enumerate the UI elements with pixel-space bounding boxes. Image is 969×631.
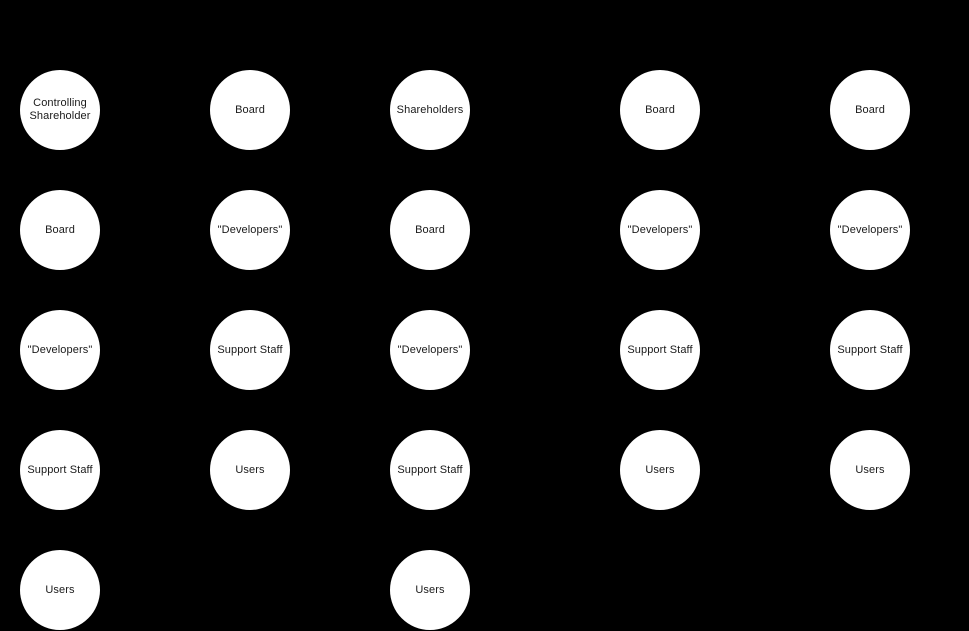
node-label: Users: [45, 583, 75, 596]
node-circle[interactable]: Board: [20, 190, 100, 270]
node-circle[interactable]: "Developers": [830, 190, 910, 270]
node-circle[interactable]: "Developers": [20, 310, 100, 390]
node-circle[interactable]: "Developers": [210, 190, 290, 270]
node-circle[interactable]: Support Staff: [830, 310, 910, 390]
node-circle[interactable]: Users: [620, 430, 700, 510]
node-label: Board: [855, 103, 885, 116]
node-circle[interactable]: "Developers": [620, 190, 700, 270]
node-circle[interactable]: Users: [390, 550, 470, 630]
node-circle[interactable]: Support Staff: [20, 430, 100, 510]
node-label: "Developers": [217, 223, 283, 236]
node-circle[interactable]: Users: [210, 430, 290, 510]
diagram-canvas: Controlling Shareholder Board "Developers"…: [0, 0, 969, 631]
node-circle[interactable]: Users: [830, 430, 910, 510]
node-label: Support Staff: [627, 343, 693, 356]
node-label: Support Staff: [397, 463, 463, 476]
node-circle[interactable]: Board: [390, 190, 470, 270]
node-label: Board: [235, 103, 265, 116]
node-circle[interactable]: Board: [210, 70, 290, 150]
node-label: Board: [415, 223, 445, 236]
node-label: "Developers": [837, 223, 903, 236]
node-circle[interactable]: Support Staff: [210, 310, 290, 390]
node-circle[interactable]: Controlling Shareholder: [20, 70, 100, 150]
node-label: "Developers": [627, 223, 693, 236]
node-circle[interactable]: Users: [20, 550, 100, 630]
node-label: "Developers": [27, 343, 93, 356]
node-circle[interactable]: "Developers": [390, 310, 470, 390]
node-label: Users: [645, 463, 675, 476]
node-circle[interactable]: Board: [620, 70, 700, 150]
node-circle[interactable]: Support Staff: [390, 430, 470, 510]
node-label: Support Staff: [837, 343, 903, 356]
node-label: Board: [45, 223, 75, 236]
node-label: Support Staff: [217, 343, 283, 356]
node-label: Users: [855, 463, 885, 476]
node-label: Support Staff: [27, 463, 93, 476]
node-circle[interactable]: Shareholders: [390, 70, 470, 150]
node-circle[interactable]: Support Staff: [620, 310, 700, 390]
node-label: "Developers": [397, 343, 463, 356]
node-label: Shareholders: [396, 103, 464, 116]
node-label: Controlling Shareholder: [29, 97, 91, 122]
node-label: Users: [415, 583, 445, 596]
node-label: Board: [645, 103, 675, 116]
node-label: Users: [235, 463, 265, 476]
node-circle[interactable]: Board: [830, 70, 910, 150]
